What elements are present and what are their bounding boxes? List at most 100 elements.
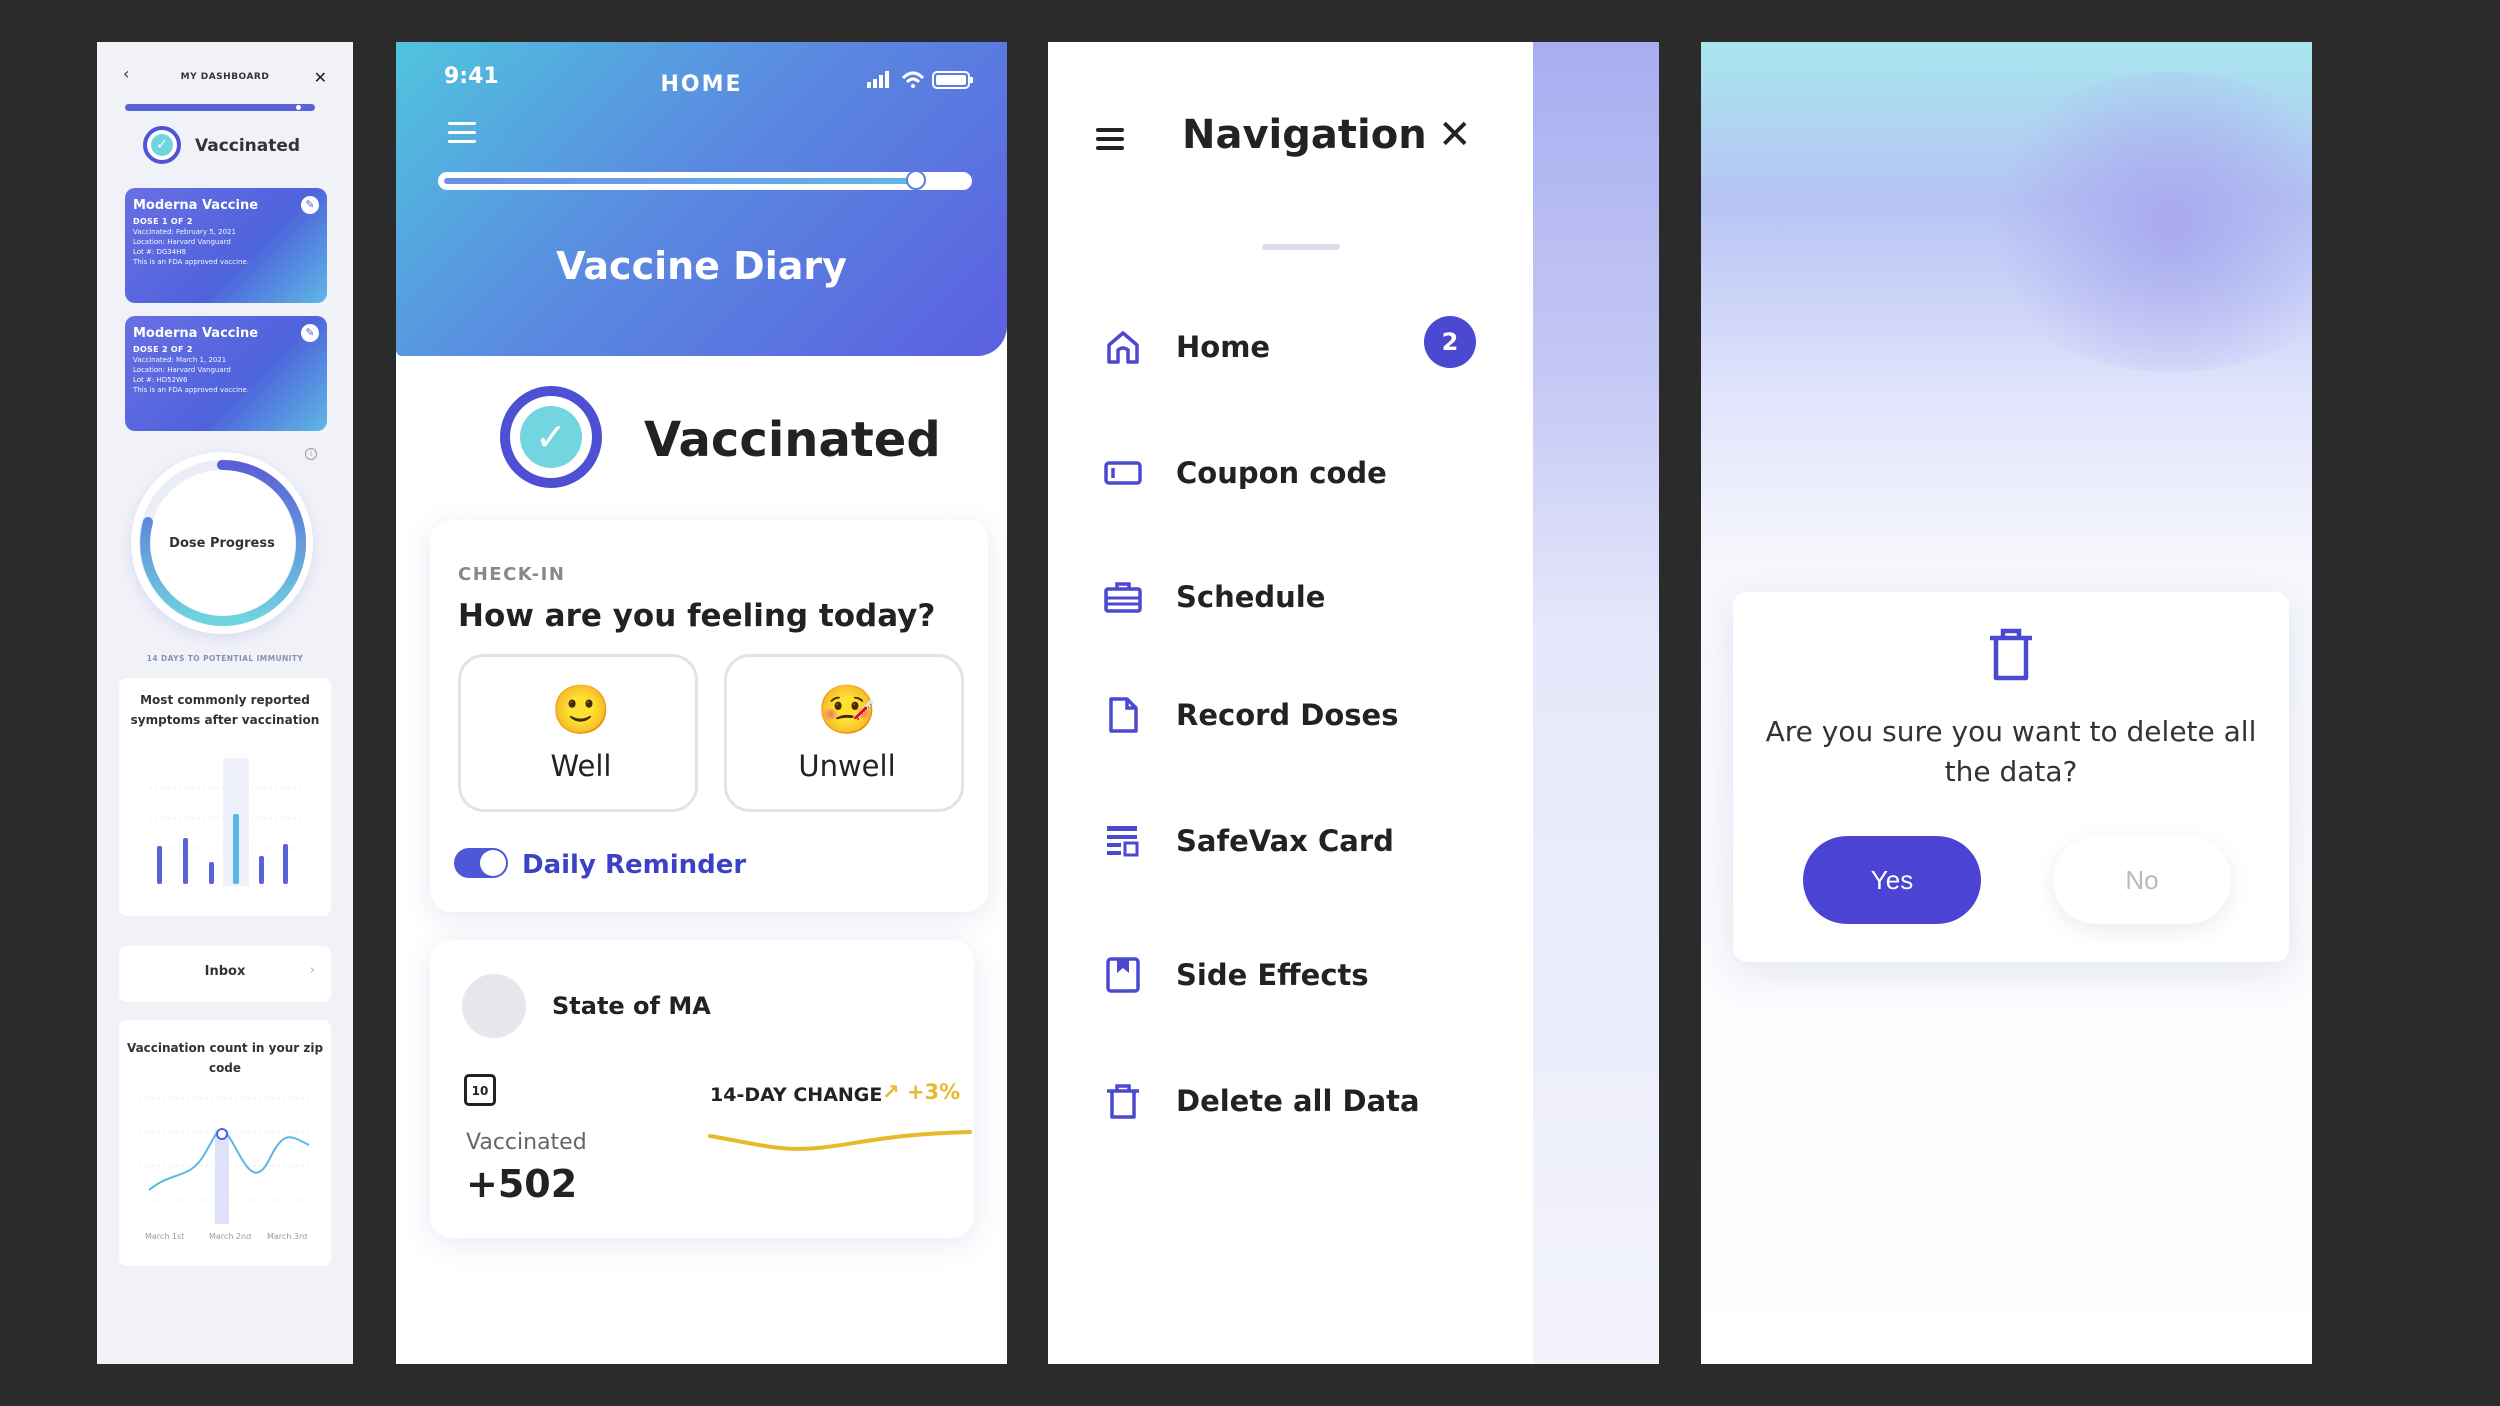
vaccine-date: Vaccinated: March 1, 2021 (133, 356, 227, 364)
chart-x-label-1: March 1st (145, 1232, 185, 1241)
chart-x-label-2: March 2nd (209, 1232, 252, 1241)
dose-progress-label: Dose Progress (169, 536, 275, 551)
nav-item-schedule[interactable]: Schedule (1104, 572, 1484, 622)
daily-reminder-toggle[interactable] (454, 848, 508, 878)
nav-item-label: Record Doses (1176, 698, 1399, 732)
progress-knob[interactable] (906, 170, 926, 190)
smile-icon: 🙂 (551, 682, 611, 738)
info-icon[interactable]: i (305, 448, 317, 460)
delete-confirm-question: Are you sure you want to delete all the … (1765, 715, 2257, 788)
home-header: 9:41 HOME Vaccine Diary (396, 42, 1007, 356)
vaccine-name: Moderna Vaccine (133, 198, 259, 213)
dose-progress-ring: Dose Progress (131, 452, 313, 634)
change-label: 14-DAY CHANGE (710, 1084, 883, 1106)
drag-handle[interactable] (1262, 244, 1340, 250)
chart-x-label-3: March 3rd (267, 1232, 308, 1241)
vaccinated-count-label: Vaccinated (466, 1130, 587, 1155)
vaccine-dose: DOSE 1 OF 2 (133, 217, 193, 226)
nav-item-label: Side Effects (1176, 958, 1369, 992)
navigation-screen: Navigation ✕ Home 2 Coupon code Schedule… (1048, 42, 1659, 1364)
briefcase-icon (1104, 582, 1142, 613)
symptoms-card[interactable]: Most commonly reported symptoms after va… (119, 678, 331, 916)
document-icon (1109, 697, 1138, 733)
daily-reminder-label: Daily Reminder (522, 850, 747, 880)
delete-confirm-dialog: Are you sure you want to delete all the … (1733, 592, 2289, 962)
inbox-row[interactable]: Inbox › (119, 946, 331, 1002)
no-button[interactable]: No (2053, 836, 2231, 924)
mood-label: Unwell (798, 749, 896, 783)
close-icon[interactable]: ✕ (314, 68, 327, 87)
nav-item-label: Home (1176, 330, 1271, 364)
immunity-countdown: 14 DAYS TO POTENTIAL IMMUNITY (146, 654, 304, 663)
checkin-question: How are you feeling today? (458, 598, 936, 634)
vaccinated-status-ring: ✓ (500, 386, 602, 488)
state-name: State of MA (552, 992, 711, 1020)
vaccinated-status-label: Vaccinated (644, 412, 941, 468)
nav-item-coupon-code[interactable]: Coupon code (1104, 448, 1484, 498)
card-icon (1107, 826, 1139, 857)
mood-well-button[interactable]: 🙂 Well (458, 654, 698, 812)
vaccinated-status-ring: ✓ (143, 126, 181, 164)
sick-face-icon: 🤒 (817, 682, 877, 738)
check-icon: ✓ (151, 134, 173, 156)
vaccine-note: This is an FDA approved vaccine. (133, 386, 249, 394)
vaccine-card-dose-2[interactable]: Moderna Vaccine DOSE 2 OF 2 Vaccinated: … (125, 316, 327, 431)
home-screen: 9:41 HOME Vaccine Diary ✓ Vaccinated CHE… (396, 42, 1007, 1364)
vaccine-name: Moderna Vaccine (133, 326, 259, 341)
vaccinated-status-label: Vaccinated (195, 136, 301, 156)
trash-icon (1990, 628, 2032, 681)
background-blob (1972, 72, 2312, 372)
dashboard-screen: ‹ MY DASHBOARD ✕ ✓ Vaccinated Moderna Va… (97, 42, 353, 1364)
vaccine-note: This is an FDA approved vaccine. (133, 258, 249, 266)
vaccine-dose: DOSE 2 OF 2 (133, 345, 193, 354)
menu-icon[interactable] (448, 122, 476, 149)
mood-unwell-button[interactable]: 🤒 Unwell (724, 654, 964, 812)
mood-label: Well (550, 749, 612, 783)
nav-item-label: Delete all Data (1176, 1084, 1420, 1118)
vaccine-lot: Lot #: DG34H8 (133, 248, 186, 256)
state-avatar (462, 974, 526, 1038)
trash-icon (1107, 1084, 1139, 1119)
menu-icon[interactable] (1096, 128, 1124, 155)
nav-item-label: SafeVax Card (1176, 824, 1394, 858)
chevron-right-icon: › (309, 963, 315, 978)
check-icon: ✓ (520, 406, 582, 468)
vaccine-location: Location: Harvard Vanguard (133, 366, 231, 374)
inbox-label: Inbox (204, 964, 246, 979)
checkin-card: CHECK-IN How are you feeling today? 🙂 We… (430, 520, 988, 912)
progress-fill (444, 178, 914, 184)
vaccination-count-card[interactable]: Vaccination count in your zip code March… (119, 1020, 331, 1266)
yes-button[interactable]: Yes (1803, 836, 1981, 924)
symptoms-bar-chart (149, 758, 304, 886)
nav-item-label: Coupon code (1176, 456, 1387, 490)
vaccine-date: Vaccinated: February 5, 2021 (133, 228, 236, 236)
progress-knob (296, 105, 301, 110)
navigation-title: Navigation (1182, 112, 1427, 158)
close-icon[interactable]: ✕ (1438, 112, 1472, 158)
home-progress-bar (438, 170, 972, 190)
calendar-icon: 10 (464, 1074, 496, 1106)
nav-item-label: Schedule (1176, 580, 1326, 614)
nav-item-side-effects[interactable]: Side Effects (1104, 950, 1484, 1000)
nav-item-delete-all-data[interactable]: Delete all Data (1104, 1076, 1484, 1126)
nav-item-record-doses[interactable]: Record Doses (1104, 690, 1484, 740)
vaccine-location: Location: Harvard Vanguard (133, 238, 231, 246)
change-sparkline (708, 1130, 972, 1151)
vaccination-count-line-chart (139, 1097, 314, 1224)
delete-confirm-screen: Are you sure you want to delete all the … (1701, 42, 2312, 1364)
notification-badge: 2 (1424, 316, 1476, 368)
nav-item-safevax-card[interactable]: SafeVax Card (1104, 816, 1484, 866)
background-peek (1533, 42, 1659, 1364)
status-icons (867, 71, 973, 89)
vaccine-card-dose-1[interactable]: Moderna Vaccine DOSE 1 OF 2 Vaccinated: … (125, 188, 327, 303)
edit-icon[interactable]: ✎ (301, 196, 319, 214)
checkin-label: CHECK-IN (458, 564, 566, 585)
vaccine-diary-title: Vaccine Diary (556, 244, 847, 288)
vaccine-lot: Lot #: HD52W6 (133, 376, 188, 384)
vaccinated-count-value: +502 (466, 1162, 578, 1206)
state-stats-card[interactable]: State of MA 10 Vaccinated +502 14-DAY CH… (430, 940, 974, 1238)
dashboard-progress-bar (125, 104, 315, 111)
home-icon (1107, 331, 1139, 364)
ticket-icon (1104, 461, 1142, 485)
edit-icon[interactable]: ✎ (301, 324, 319, 342)
